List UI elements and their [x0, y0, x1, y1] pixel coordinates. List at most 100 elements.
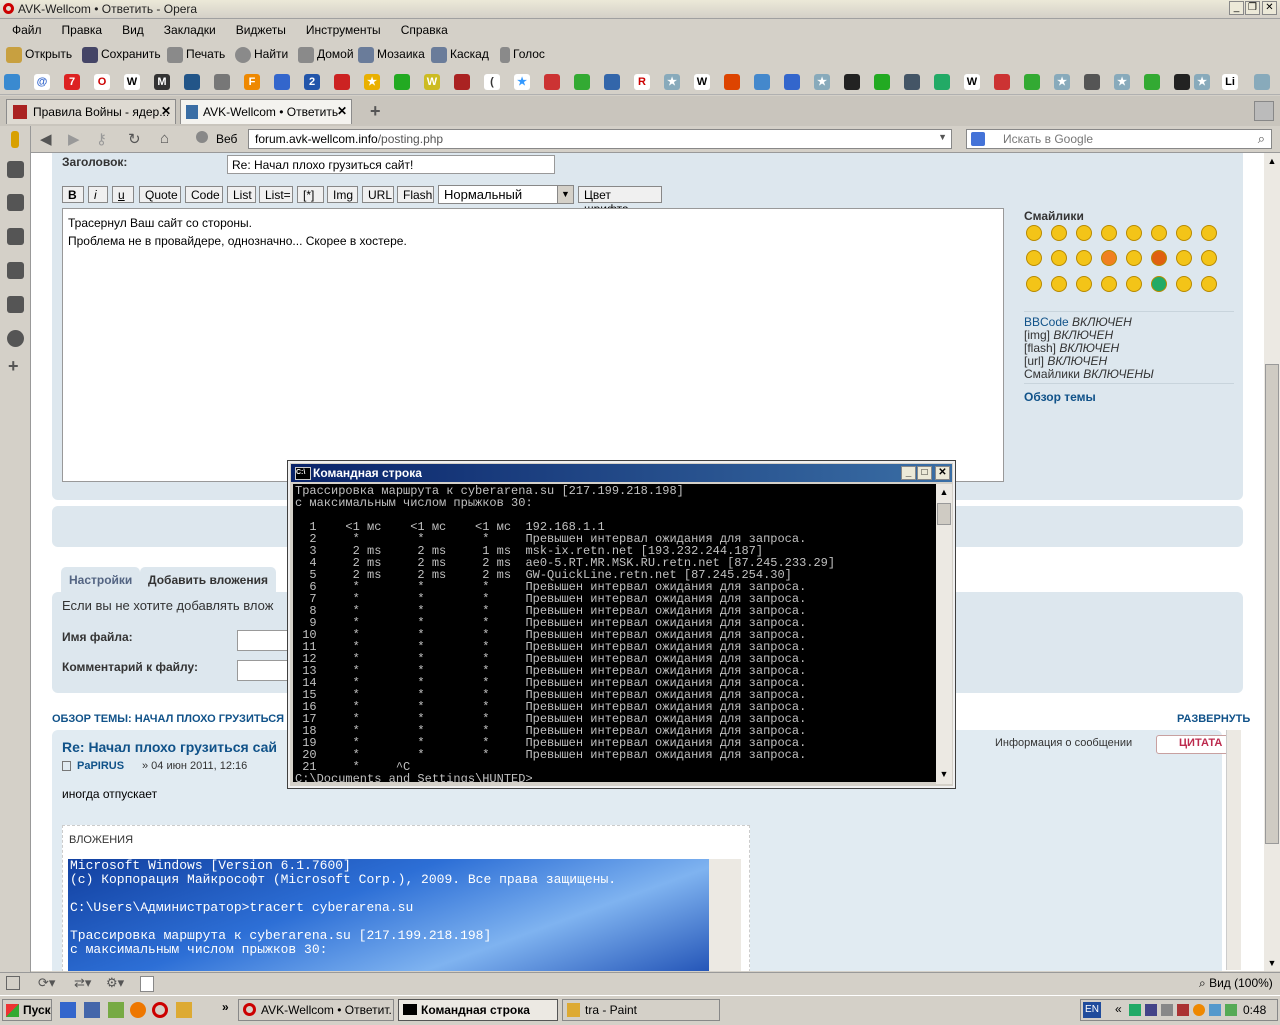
back-icon[interactable]: ◀ — [40, 130, 52, 148]
topic-review-link[interactable]: Обзор темы — [1024, 383, 1234, 404]
close-icon[interactable]: ✕ — [1262, 1, 1277, 15]
task-cmd[interactable]: Командная строка — [398, 999, 558, 1021]
bookmark-icon[interactable] — [724, 74, 740, 90]
menu-view[interactable]: Вид — [110, 19, 152, 37]
tray-icon[interactable] — [1225, 1004, 1237, 1016]
tray-icon[interactable] — [1209, 1004, 1221, 1016]
close-icon[interactable]: ✕ — [935, 466, 950, 480]
bookmark-icon[interactable]: M — [154, 74, 170, 90]
bookmark-icon[interactable]: ( — [484, 74, 500, 90]
print-button[interactable]: Печать — [167, 47, 225, 63]
quicklaunch-opera-icon[interactable] — [152, 1002, 168, 1018]
cmd-title-bar[interactable]: C:\ Командная строка _ □ ✕ — [291, 464, 952, 482]
close-tab-icon[interactable]: ✕ — [161, 104, 171, 118]
bookmark-star-icon[interactable]: ★ — [814, 74, 830, 90]
panel-toggle-icon[interactable] — [11, 131, 19, 148]
window-title-bar[interactable]: AVK-Wellcom • Ответить - Opera _ ❐ ✕ — [0, 0, 1280, 19]
quicklaunch-ie-icon[interactable] — [60, 1002, 76, 1018]
tab-add-attachments[interactable]: Добавить вложения — [140, 567, 276, 592]
smiley-icon[interactable] — [1201, 225, 1217, 241]
underline-button[interactable]: u — [112, 186, 134, 203]
tab-avk-wellcom[interactable]: AVK-Wellcom • Ответить ✕ — [180, 99, 352, 124]
chevron-left-icon[interactable]: « — [1115, 1002, 1122, 1016]
smiley-icon[interactable] — [1201, 276, 1217, 292]
bookmark-icon[interactable] — [454, 74, 470, 90]
font-color-button[interactable]: Цвет шрифта — [578, 186, 662, 216]
chevron-right-icon[interactable]: » — [222, 1000, 229, 1014]
scroll-up-icon[interactable]: ▲ — [936, 484, 952, 500]
tab-settings[interactable]: Настройки — [61, 567, 141, 592]
cmd-window[interactable]: C:\ Командная строка _ □ ✕ Трассировка м… — [287, 460, 956, 789]
bookmark-star-icon[interactable]: ★ — [1194, 74, 1210, 90]
bookmark-icon[interactable] — [4, 74, 20, 90]
zoom-level[interactable]: ⌕ Вид (100%) — [1199, 976, 1273, 991]
cmd-scrollbar[interactable]: ▲ ▼ — [936, 484, 952, 784]
tray-icon[interactable] — [1161, 1004, 1173, 1016]
smiley-icon[interactable] — [1076, 225, 1092, 241]
menu-tools[interactable]: Инструменты — [294, 19, 389, 37]
home-icon[interactable]: ⌂ — [160, 130, 169, 147]
new-tab-icon[interactable]: + — [370, 101, 381, 122]
voice-button[interactable]: Голос — [500, 47, 545, 63]
menu-help[interactable]: Справка — [389, 19, 456, 37]
smiley-icon[interactable] — [1151, 276, 1167, 292]
smiley-icon[interactable] — [1176, 225, 1192, 241]
bookmark-icon[interactable] — [544, 74, 560, 90]
find-button[interactable]: Найти — [235, 47, 288, 63]
close-tab-icon[interactable]: ✕ — [337, 104, 347, 118]
smiley-icon[interactable] — [1151, 250, 1167, 266]
list-button[interactable]: List — [227, 186, 256, 203]
bookmark-opera-icon[interactable]: O — [94, 74, 110, 90]
bookmark-icon[interactable] — [754, 74, 770, 90]
post-author[interactable]: PaPIRUS — [77, 760, 124, 772]
unite-icon[interactable]: ⇄▾ — [74, 975, 91, 991]
smiley-icon[interactable] — [1051, 250, 1067, 266]
tray-icon[interactable] — [1193, 1004, 1205, 1016]
tray-icon[interactable] — [1129, 1004, 1141, 1016]
img-button[interactable]: Img — [327, 186, 358, 203]
bookmark-star-icon[interactable]: ★ — [664, 74, 680, 90]
bookmark-icon[interactable] — [574, 74, 590, 90]
menu-edit[interactable]: Правка — [50, 19, 111, 37]
bookmark-icon[interactable] — [274, 74, 290, 90]
quote-button[interactable]: ЦИТАТА — [1156, 735, 1230, 754]
bookmark-star-icon[interactable]: ★ — [364, 74, 380, 90]
maximize-icon[interactable]: □ — [917, 466, 932, 480]
quicklaunch-icon[interactable] — [108, 1002, 124, 1018]
bookmark-linkedin-icon[interactable]: Li — [1222, 74, 1238, 90]
task-opera[interactable]: AVK-Wellcom • Ответит... — [238, 999, 394, 1021]
bookmark-wikipedia-icon[interactable]: W — [124, 74, 140, 90]
bookmark-icon[interactable] — [784, 74, 800, 90]
page-scrollbar[interactable]: ▲ ▼ — [1264, 153, 1280, 971]
bookmark-icon[interactable]: W — [424, 74, 440, 90]
quicklaunch-icon[interactable] — [84, 1002, 100, 1018]
cmd-console[interactable]: Трассировка маршрута к cyberarena.su [21… — [293, 484, 936, 782]
restore-icon[interactable]: ❐ — [1245, 1, 1260, 15]
forward-icon[interactable]: ▶ — [68, 130, 80, 148]
menu-widgets[interactable]: Виджеты — [224, 19, 294, 37]
minimize-icon[interactable]: _ — [901, 466, 916, 480]
unite-panel-icon[interactable] — [7, 228, 24, 245]
tray-icon[interactable] — [1145, 1004, 1157, 1016]
bookmark-at-icon[interactable]: @ — [34, 74, 50, 90]
bookmark-leaf-icon[interactable] — [1144, 74, 1160, 90]
smiley-icon[interactable] — [1151, 225, 1167, 241]
smiley-icon[interactable] — [1126, 250, 1142, 266]
minimize-icon[interactable]: _ — [1229, 1, 1244, 15]
font-size-select[interactable]: Нормальный ▼ — [438, 185, 574, 204]
search-icon[interactable]: ⌕ — [1258, 131, 1265, 147]
bookmark-wikipedia-icon[interactable]: W — [964, 74, 980, 90]
bookmark-icon[interactable]: 7 — [64, 74, 80, 90]
bold-button[interactable]: B — [62, 186, 84, 203]
bookmark-icon[interactable] — [1254, 74, 1270, 90]
bookmark-star-icon[interactable]: ★ — [1054, 74, 1070, 90]
history-panel-icon[interactable] — [7, 330, 24, 347]
smiley-icon[interactable] — [1076, 276, 1092, 292]
smiley-icon[interactable] — [1126, 276, 1142, 292]
bookmark-icon[interactable] — [604, 74, 620, 90]
bookmark-youtube-icon[interactable] — [334, 74, 350, 90]
google-icon[interactable] — [971, 132, 985, 146]
scroll-down-icon[interactable]: ▼ — [1264, 955, 1280, 971]
quicklaunch-paint-icon[interactable] — [176, 1002, 192, 1018]
list-ordered-button[interactable]: List= — [259, 186, 293, 203]
